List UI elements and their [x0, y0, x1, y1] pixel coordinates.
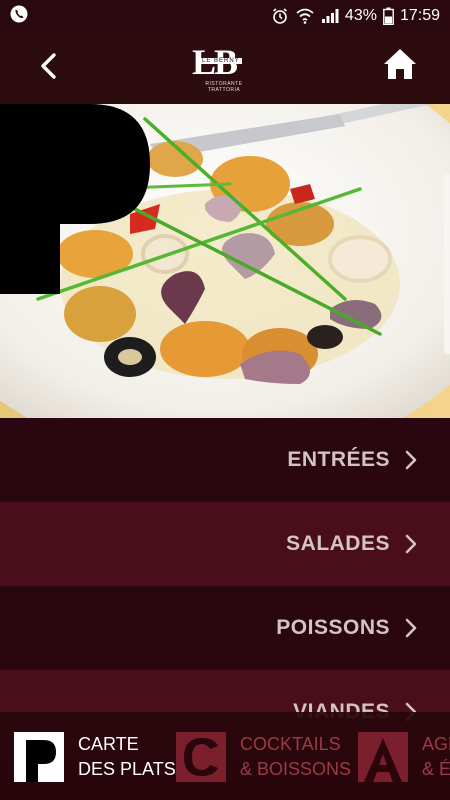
back-button[interactable]	[28, 48, 68, 88]
menu-item-label: POISSONS	[276, 616, 390, 639]
restaurant-logo: LB LE BERNY RISTORANTE TRATTORIA	[192, 44, 258, 94]
letter-c-icon	[176, 732, 226, 782]
status-right: 43% 17:59	[271, 7, 440, 25]
tab-cocktails-boissons[interactable]: COCKTAILS & BOISSONS	[176, 726, 351, 788]
menu-item-label: SALADES	[286, 532, 390, 555]
call-icon	[10, 5, 28, 28]
clock-time: 17:59	[399, 7, 440, 24]
logo-subtitle: RISTORANTE TRATTORIA	[198, 81, 250, 93]
tab-label-line1: COCKTAILS	[240, 734, 341, 754]
logo-subtitle-line2: TRATTORIA	[207, 87, 241, 93]
tab-label-line1: AGENDA	[422, 734, 450, 754]
menu-item-poissons[interactable]: POISSONS	[0, 586, 450, 670]
letter-a-icon	[358, 732, 408, 782]
section-letter-badge	[0, 104, 150, 294]
menu-item-salades[interactable]: SALADES	[0, 502, 450, 586]
tab-agenda-evenements[interactable]: AGENDA & ÉVÉNEMENTS	[358, 726, 450, 788]
bottom-tab-bar: CARTE DES PLATS COCKTAILS & BOISSONS AGE…	[0, 712, 450, 800]
home-button[interactable]	[380, 46, 420, 86]
tab-label: COCKTAILS & BOISSONS	[240, 732, 351, 782]
home-icon	[383, 48, 417, 85]
wifi-icon	[295, 7, 315, 25]
chevron-right-icon	[404, 450, 418, 470]
letter-p-icon	[14, 732, 64, 782]
signal-icon	[321, 8, 339, 24]
battery-percent: 43%	[344, 7, 377, 24]
menu-item-entrees[interactable]: ENTRÉES	[0, 418, 450, 502]
chevron-right-icon	[404, 534, 418, 554]
tab-label-line1: CARTE	[78, 734, 139, 754]
hero-dish-image	[0, 104, 450, 418]
menu-item-label: ENTRÉES	[287, 448, 390, 471]
tab-label-line2: & ÉVÉNEMENTS	[422, 759, 450, 779]
tab-label-line2: & BOISSONS	[240, 759, 352, 779]
logo-name: LE BERNY	[200, 58, 242, 64]
tab-label: CARTE DES PLATS	[78, 732, 176, 782]
tab-label: AGENDA & ÉVÉNEMENTS	[422, 732, 450, 782]
chevron-left-icon	[38, 52, 58, 85]
chevron-right-icon	[404, 618, 418, 638]
tab-label-line2: DES PLATS	[78, 759, 176, 779]
status-bar: 43% 17:59	[0, 0, 450, 32]
status-left	[10, 5, 28, 28]
battery-icon	[383, 7, 394, 25]
alarm-icon	[271, 7, 289, 25]
app-header: LB LE BERNY RISTORANTE TRATTORIA	[0, 32, 450, 104]
tab-carte-des-plats[interactable]: CARTE DES PLATS	[14, 726, 176, 788]
